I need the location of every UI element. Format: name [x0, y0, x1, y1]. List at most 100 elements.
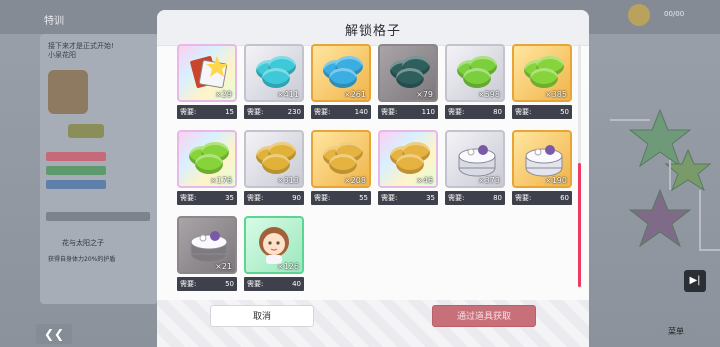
requirement-label: 需要: — [448, 108, 465, 116]
item-cell[interactable]: ×79 需要: 110 — [378, 44, 438, 122]
item-tile[interactable]: ×21 — [177, 216, 237, 274]
macaron-icon — [256, 142, 296, 174]
requirement-value: 55 — [359, 194, 368, 202]
requirement-value: 80 — [493, 108, 502, 116]
card-note: 接下来才是正式开始! 小泉花阳 — [48, 42, 114, 59]
cake-icon — [525, 145, 563, 177]
item-tile[interactable]: ×373 — [445, 130, 505, 188]
item-cell[interactable]: ×21 需要: 50 — [177, 216, 237, 294]
requirement-value: 50 — [560, 108, 569, 116]
item-tile[interactable]: ×190 — [512, 130, 572, 188]
skill-description: 获得自身体力20%的护盾 — [48, 256, 116, 263]
screen-title: 特训 — [44, 16, 64, 27]
item-tile[interactable]: ×176 — [177, 130, 237, 188]
requirement-label: 需要: — [381, 194, 398, 202]
skill-tree-map — [610, 108, 720, 251]
item-quantity: ×79 — [416, 90, 433, 99]
item-tile[interactable]: ×79 — [378, 44, 438, 102]
requirement-label: 需要: — [180, 280, 197, 288]
card-avatar — [48, 70, 88, 114]
item-quantity: ×29 — [215, 90, 232, 99]
macaron-icon — [323, 142, 363, 174]
item-requirement: 需要: 35 — [177, 191, 237, 205]
item-requirement: 需要: 140 — [311, 105, 371, 119]
item-tile[interactable]: ×126 — [244, 216, 304, 274]
cake-icon — [190, 231, 228, 263]
macaron-icon — [323, 56, 363, 88]
item-tile[interactable]: ×385 — [512, 44, 572, 102]
obtain-by-item-button[interactable]: 通过道具获取 — [432, 305, 536, 327]
item-quantity: ×261 — [344, 90, 366, 99]
item-requirement: 需要: 80 — [445, 191, 505, 205]
requirement-label: 需要: — [180, 108, 197, 116]
requirement-value: 140 — [354, 108, 368, 116]
dialog-header: 解锁格子 — [157, 10, 589, 46]
item-cell[interactable]: ×313 需要: 90 — [244, 130, 304, 208]
macaron-icon — [390, 142, 430, 174]
item-cell[interactable]: ×385 需要: 50 — [512, 44, 572, 122]
requirement-label: 需要: — [247, 108, 264, 116]
item-requirement: 需要: 40 — [244, 277, 304, 291]
item-requirement: 需要: 35 — [378, 191, 438, 205]
item-tile[interactable]: ×411 — [244, 44, 304, 102]
item-cell[interactable]: ×176 需要: 35 — [177, 130, 237, 208]
next-button[interactable]: ▶| — [684, 270, 706, 292]
item-quantity: ×190 — [545, 176, 567, 185]
requirement-value: 230 — [287, 108, 301, 116]
cake-icon — [458, 145, 496, 177]
card-chip — [68, 124, 104, 138]
coin-icon — [628, 4, 650, 26]
item-quantity: ×313 — [277, 176, 299, 185]
requirement-label: 需要: — [515, 194, 532, 202]
item-tile[interactable]: ×46 — [378, 130, 438, 188]
requirement-value: 90 — [292, 194, 301, 202]
item-tile[interactable]: ×598 — [445, 44, 505, 102]
stat-bar-pure — [46, 166, 106, 175]
item-cell[interactable]: ×190 需要: 60 — [512, 130, 572, 208]
requirement-value: 110 — [421, 108, 435, 116]
item-quantity: ×373 — [478, 176, 500, 185]
stat-bar-smile — [46, 152, 106, 161]
item-requirement: 需要: 80 — [445, 105, 505, 119]
requirement-value: 15 — [225, 108, 234, 116]
requirement-label: 需要: — [515, 108, 532, 116]
macaron-icon — [390, 56, 430, 88]
scrollbar-thumb[interactable] — [578, 163, 581, 287]
item-requirement: 需要: 15 — [177, 105, 237, 119]
dialog-title: 解锁格子 — [344, 24, 401, 39]
item-cell[interactable]: ×598 需要: 80 — [445, 44, 505, 122]
macaron-icon — [524, 56, 564, 88]
requirement-label: 需要: — [247, 280, 264, 288]
item-quantity: ×385 — [545, 90, 567, 99]
item-tile[interactable]: ×261 — [311, 44, 371, 102]
requirement-value: 50 — [225, 280, 234, 288]
item-tile[interactable]: ×29 — [177, 44, 237, 102]
requirement-label: 需要: — [381, 108, 398, 116]
item-requirement: 需要: 50 — [177, 277, 237, 291]
item-cell[interactable]: ×29 需要: 15 — [177, 44, 237, 122]
requirement-label: 需要: — [180, 194, 197, 202]
item-requirement: 需要: 90 — [244, 191, 304, 205]
requirement-label: 需要: — [247, 194, 264, 202]
item-tile[interactable]: ×208 — [311, 130, 371, 188]
stat-bar-cool — [46, 180, 106, 189]
cancel-button[interactable]: 取消 — [210, 305, 314, 327]
item-cell[interactable]: ×208 需要: 55 — [311, 130, 371, 208]
item-tile[interactable]: ×313 — [244, 130, 304, 188]
item-cell[interactable]: ×411 需要: 230 — [244, 44, 304, 122]
ticket-icon — [190, 56, 228, 89]
character-icon — [259, 227, 289, 264]
item-cell[interactable]: ×126 需要: 40 — [244, 216, 304, 294]
macaron-icon — [457, 56, 497, 88]
requirement-value: 35 — [225, 194, 234, 202]
menu-button[interactable]: 菜单 — [650, 322, 702, 342]
item-quantity: ×411 — [277, 90, 299, 99]
item-cell[interactable]: ×373 需要: 80 — [445, 130, 505, 208]
item-cell[interactable]: ×261 需要: 140 — [311, 44, 371, 122]
back-button[interactable]: ❮❮ — [36, 324, 72, 344]
item-cell[interactable]: ×46 需要: 35 — [378, 130, 438, 208]
requirement-label: 需要: — [314, 194, 331, 202]
item-requirement: 需要: 110 — [378, 105, 438, 119]
item-quantity: ×21 — [215, 262, 232, 271]
requirement-value: 35 — [426, 194, 435, 202]
